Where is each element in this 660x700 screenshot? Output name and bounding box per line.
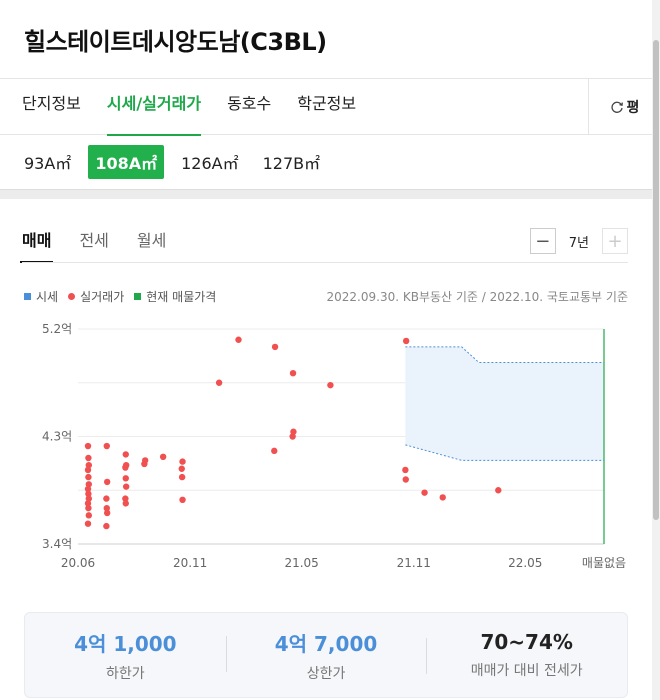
summary-label: 상한가	[306, 665, 346, 682]
actual-price-point	[103, 509, 111, 517]
area-option-127b[interactable]: 127B㎡	[256, 145, 328, 179]
actual-price-point	[122, 464, 129, 471]
chart-legend: 시세 실거래가 현재 매물가격	[24, 288, 226, 305]
price-summary: 4억 1,000 하한가 4억 7,000 상한가 70~74% 매매가 대비 …	[24, 612, 628, 698]
actual-price-point	[402, 337, 410, 345]
price-chart-card: 매매 전세 월세 − 7년 + 시세 실거래가 현재 매물가격 2022.09.…	[0, 199, 660, 700]
page-title: 힐스테이트데시앙도남(C3BL)	[24, 28, 327, 56]
actual-price-point	[103, 478, 111, 486]
actual-price-point	[439, 494, 446, 501]
area-option-108a[interactable]: 108A㎡	[88, 145, 165, 179]
period-increase-button[interactable]: +	[602, 228, 628, 254]
actual-price-point	[159, 453, 167, 461]
summary-lower-price: 4억 1,000 하한가	[25, 628, 226, 683]
legend-label: 실거래가	[80, 290, 125, 304]
actual-price-point	[141, 460, 148, 468]
actual-price-point	[178, 473, 186, 481]
actual-price-point	[122, 475, 129, 482]
actual-price-point	[271, 447, 278, 455]
actual-price-point	[495, 487, 502, 494]
summary-upper-price: 4억 7,000 상한가	[225, 628, 427, 683]
actual-price-point	[271, 343, 279, 351]
actual-price-point	[402, 476, 409, 483]
deal-tab-jeonse[interactable]: 전세	[79, 223, 108, 261]
period-stepper: − 7년 +	[529, 228, 628, 254]
header: 힐스테이트데시앙도남(C3BL)	[0, 0, 660, 79]
area-option-93a[interactable]: 93A㎡	[22, 145, 78, 179]
tab-units[interactable]: 동호수	[214, 79, 284, 135]
x-tick-label: 22.05	[508, 556, 542, 570]
actual-price-point	[103, 495, 110, 502]
deal-tabs-divider	[22, 262, 628, 263]
area-option-126a[interactable]: 126A㎡	[174, 145, 246, 179]
y-tick-label: 5.2억	[42, 322, 72, 336]
price-chart[interactable]: 5.2억 4.3억 3.4억 20.06 20.11 21.05 21.11 22.05 매물없…	[0, 309, 660, 604]
x-tick-label: 매물없음	[582, 556, 626, 570]
summary-value: 4억 7,000	[274, 631, 378, 656]
summary-value: 70~74%	[480, 630, 573, 654]
legend-square-icon	[134, 293, 142, 300]
actual-price-point	[84, 442, 92, 450]
legend-item-actual-price: 실거래가	[68, 288, 124, 305]
actual-price-point	[122, 500, 129, 507]
market-price-band	[405, 346, 604, 461]
legend-square-icon	[24, 293, 31, 300]
actual-price-point	[289, 369, 297, 377]
summary-jeonse-ratio: 70~74% 매매가 대비 전세가	[426, 630, 627, 680]
summary-value: 4억 1,000	[74, 631, 177, 656]
data-basis-note: 2022.09.30. KB부동산 기준 / 2022.10. 국토교통부 기준	[326, 290, 628, 304]
actual-price-point	[103, 522, 110, 530]
actual-price-point	[289, 433, 296, 440]
actual-price-point	[179, 496, 186, 504]
actual-price-point	[85, 454, 92, 462]
y-tick-label: 3.4억	[42, 537, 72, 551]
main-tabs: 단지정보 시세/실거래가 동호수 학군정보 평	[0, 79, 660, 136]
actual-price-point	[84, 466, 92, 474]
x-tick-label: 20.11	[173, 556, 207, 570]
actual-price-point	[85, 512, 93, 519]
actual-price-point	[85, 504, 92, 512]
actual-price-point	[215, 379, 223, 386]
actual-price-point	[178, 465, 185, 472]
x-tick-label: 21.11	[397, 556, 431, 570]
deal-type-tabs: 매매 전세 월세	[19, 223, 194, 263]
x-tick-label: 20.06	[61, 556, 95, 570]
actual-price-point	[235, 336, 242, 343]
actual-price-point	[122, 483, 130, 490]
tab-complex-info[interactable]: 단지정보	[0, 79, 94, 135]
actual-price-point	[421, 489, 428, 496]
deal-tab-monthly[interactable]: 월세	[137, 223, 166, 261]
actual-price-point	[179, 458, 186, 465]
actual-price-point	[103, 442, 110, 450]
tab-price[interactable]: 시세/실거래가	[94, 79, 214, 136]
actual-price-point	[402, 466, 409, 474]
deal-tab-sale[interactable]: 매매	[19, 223, 54, 263]
actual-price-point	[85, 473, 92, 481]
legend-label: 시세	[36, 290, 59, 304]
actual-price-point	[122, 451, 129, 458]
period-value: 7년	[568, 235, 589, 251]
area-unit-toggle-button[interactable]: 평	[588, 79, 660, 135]
actual-price-point	[327, 381, 334, 389]
actual-price-point	[84, 520, 92, 527]
legend-item-current-listing: 현재 매물가격	[134, 288, 216, 305]
y-tick-label: 4.3억	[42, 430, 72, 444]
tab-school[interactable]: 학군정보	[284, 79, 369, 135]
period-decrease-button[interactable]: −	[529, 228, 556, 254]
page-scrollbar[interactable]	[652, 0, 660, 700]
refresh-icon	[611, 101, 623, 113]
legend-item-market-price: 시세	[24, 288, 58, 305]
summary-label: 매매가 대비 전세가	[470, 663, 583, 679]
scrollbar-thumb[interactable]	[653, 40, 659, 520]
legend-label: 현재 매물가격	[146, 290, 217, 304]
section-divider	[0, 189, 660, 199]
area-selector: 93A㎡ 108A㎡ 126A㎡ 127B㎡	[0, 135, 660, 189]
area-unit-toggle-label: 평	[626, 100, 640, 116]
legend-dot-icon	[68, 293, 76, 300]
x-tick-label: 21.05	[284, 556, 318, 570]
summary-label: 하한가	[106, 665, 145, 682]
